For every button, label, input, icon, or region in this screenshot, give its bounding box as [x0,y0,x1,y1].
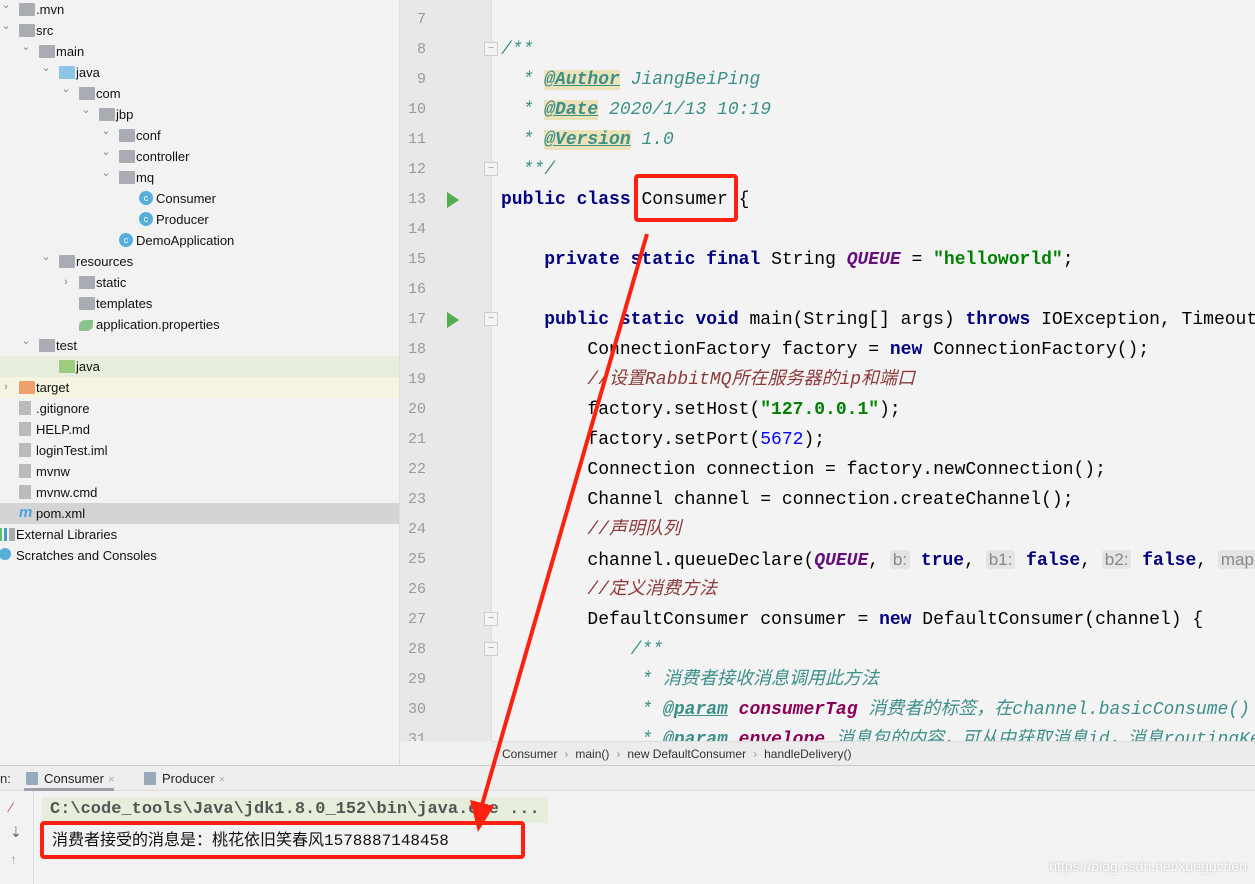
annotation-arrow [470,233,649,832]
